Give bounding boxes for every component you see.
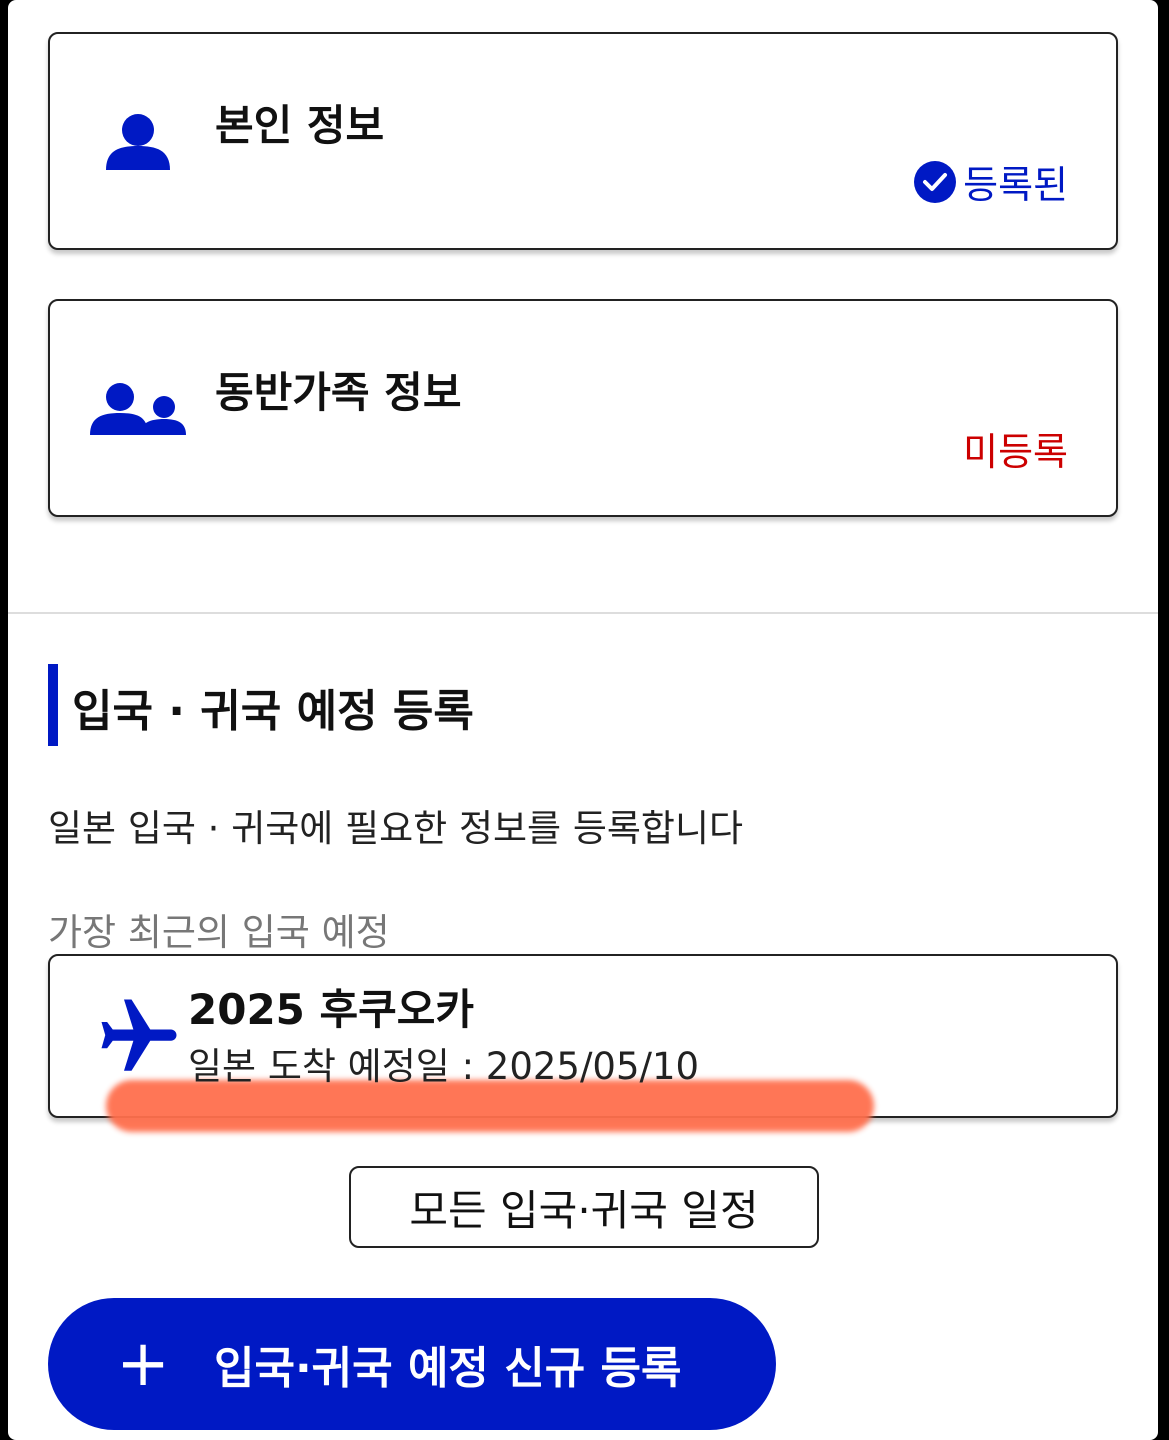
screen: 본인 정보 등록된 동반가족 정보 미등록 입국 · 귀국 예정 등록 일본 입… [8,0,1158,1440]
check-circle-icon [914,160,957,203]
family-info-card[interactable]: 동반가족 정보 미등록 [48,299,1118,517]
section-description: 일본 입국 · 귀국에 필요한 정보를 등록합니다 [48,807,744,850]
family-status: 미등록 [963,421,1068,476]
personal-info-card[interactable]: 본인 정보 등록된 [48,32,1118,250]
family-icon [90,383,186,435]
trip-arrival-date: 일본 도착 예정일 : 2025/05/10 [188,1045,700,1088]
plus-icon: + [116,1327,170,1401]
new-registration-label: 입국·귀국 예정 신규 등록 [214,1343,682,1394]
family-info-title: 동반가족 정보 [215,368,462,417]
person-icon [106,114,170,170]
airplane-icon [101,999,177,1071]
family-status-label: 미등록 [963,430,1068,474]
all-schedules-button[interactable]: 모든 입국·귀국 일정 [349,1166,819,1248]
new-registration-button[interactable]: + 입국·귀국 예정 신규 등록 [48,1298,776,1430]
section-divider [8,612,1158,614]
personal-status-label: 등록된 [963,163,1068,207]
section-accent-bar [48,664,58,746]
trip-title: 2025 후쿠오카 [188,985,475,1034]
section-title: 입국 · 귀국 예정 등록 [72,686,474,737]
personal-status: 등록된 [913,154,1068,209]
recent-trip-label: 가장 최근의 입국 예정 [48,911,390,954]
personal-info-title: 본인 정보 [215,101,385,150]
